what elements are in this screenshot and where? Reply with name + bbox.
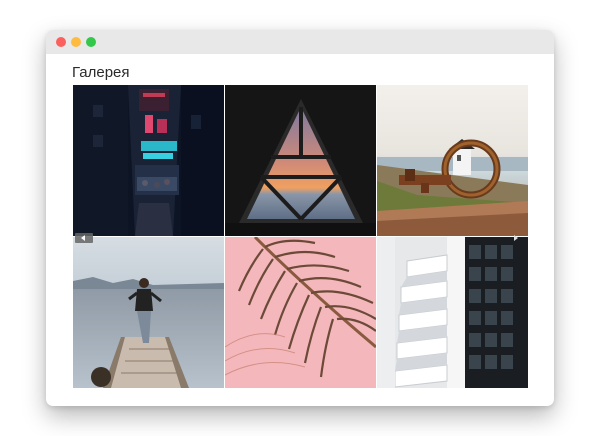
gallery-image-rusty-key[interactable] [377, 85, 528, 236]
rusty-key-image [377, 85, 528, 236]
app-window: Галерея [46, 30, 554, 406]
gallery-image-neon-street[interactable] [73, 85, 224, 236]
gallery-image-triangle-window[interactable] [225, 85, 376, 236]
window-titlebar [46, 30, 554, 54]
gallery-image-building[interactable] [377, 237, 528, 388]
gallery-image-palm-leaf[interactable] [225, 237, 376, 388]
building-image [377, 237, 528, 388]
previous-image-button[interactable] [75, 233, 93, 243]
next-image-button[interactable] [510, 233, 522, 243]
page-title: Галерея [72, 64, 130, 81]
close-window-button[interactable] [56, 37, 66, 47]
neon-street-image [73, 85, 224, 236]
gallery-image-woman-pier[interactable] [73, 237, 224, 388]
gallery-grid [73, 85, 528, 388]
chevron-right-icon [514, 235, 518, 241]
minimize-window-button[interactable] [71, 37, 81, 47]
palm-leaf-image [225, 237, 376, 388]
triangle-window-image [225, 85, 376, 236]
chevron-left-icon [81, 235, 85, 241]
zoom-window-button[interactable] [86, 37, 96, 47]
woman-pier-image [73, 237, 224, 388]
